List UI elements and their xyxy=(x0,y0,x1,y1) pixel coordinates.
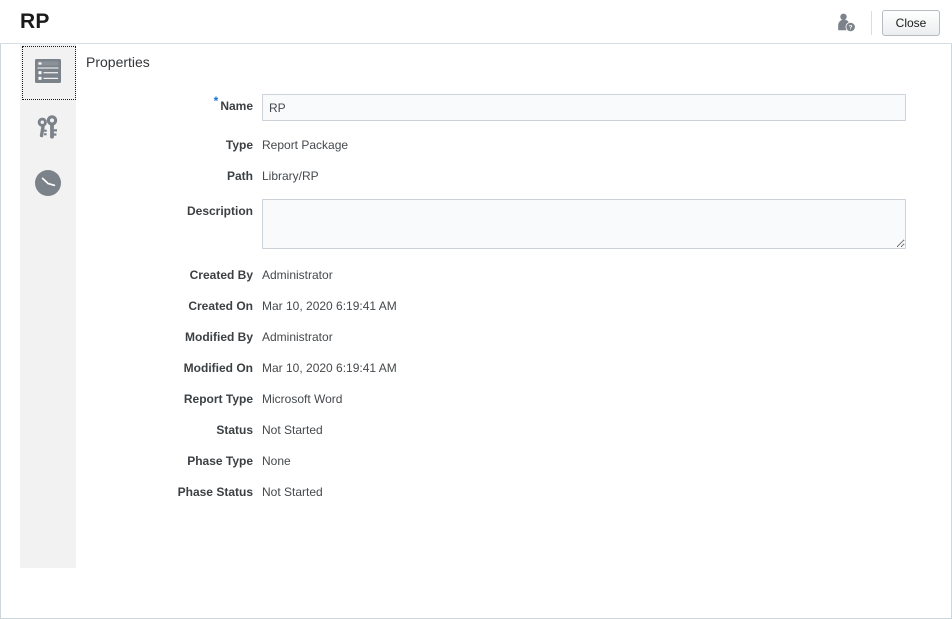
clock-history-icon xyxy=(33,168,63,201)
properties-form: *Name Type Report Package Path Library/R… xyxy=(76,94,952,511)
label-name-text: Name xyxy=(220,99,253,113)
label-modified-by: Modified By xyxy=(185,330,253,344)
field-row-phase-status: Phase Status Not Started xyxy=(76,480,952,501)
value-created-by: Administrator xyxy=(262,268,333,282)
field-row-status: Status Not Started xyxy=(76,418,952,439)
label-name: * Name xyxy=(76,94,262,115)
label-modified-on: Modified On xyxy=(183,361,253,375)
label-type: Type xyxy=(225,138,253,152)
panel-title: Properties xyxy=(86,54,150,70)
close-button[interactable]: Close xyxy=(882,10,940,36)
svg-text:?: ? xyxy=(849,25,853,32)
description-textarea[interactable] xyxy=(262,199,906,249)
main-panel: Properties *Name Type Report Package xyxy=(76,44,952,619)
value-created-on: Mar 10, 2020 6:19:41 AM xyxy=(262,299,397,313)
label-created-by: Created By xyxy=(189,268,253,282)
field-row-report-type: Report Type Microsoft Word xyxy=(76,387,952,408)
label-path: Path xyxy=(226,169,253,183)
properties-list-icon xyxy=(33,57,63,88)
value-modified-on: Mar 10, 2020 6:19:41 AM xyxy=(262,361,397,375)
label-report-type: Report Type xyxy=(183,392,253,406)
value-type: Report Package xyxy=(262,138,349,152)
value-phase-type: None xyxy=(262,454,291,468)
name-input[interactable] xyxy=(262,94,906,121)
header-divider xyxy=(871,11,872,35)
header-actions: ? Close xyxy=(831,7,940,39)
page-title: RP xyxy=(20,10,50,33)
value-report-type: Microsoft Word xyxy=(262,392,343,406)
user-restricted-icon[interactable]: ? xyxy=(831,8,861,38)
properties-dialog: RP ? Close Properties * Name RP Type Rep… xyxy=(0,0,952,619)
field-row-modified-by: Modified By Administrator xyxy=(76,325,952,346)
dialog-header: RP ? Close xyxy=(0,0,952,43)
label-phase-type: Phase Type xyxy=(187,454,253,468)
field-row-path: Path Library/RP xyxy=(76,164,952,185)
value-path: Library/RP xyxy=(262,169,319,183)
sidebar-item-properties[interactable] xyxy=(20,44,76,100)
field-row-type: Type Report Package xyxy=(76,133,952,154)
required-marker: * xyxy=(213,94,219,108)
field-row-modified-on: Modified On Mar 10, 2020 6:19:41 AM xyxy=(76,356,952,377)
control-name xyxy=(262,94,952,121)
field-row-created-by: Created By Administrator xyxy=(76,263,952,284)
field-row-phase-type: Phase Type None xyxy=(76,449,952,470)
control-description xyxy=(262,199,952,249)
value-status: Not Started xyxy=(262,423,323,437)
field-row-description: Description xyxy=(76,199,952,249)
value-modified-by: Administrator xyxy=(262,330,333,344)
field-row-created-on: Created On Mar 10, 2020 6:19:41 AM xyxy=(76,294,952,315)
label-status: Status xyxy=(216,423,253,437)
field-row-name: * Name xyxy=(76,94,952,121)
dialog-body: Properties *Name Type Report Package xyxy=(0,44,952,619)
value-phase-status: Not Started xyxy=(262,485,323,499)
label-phase-status: Phase Status xyxy=(177,485,253,499)
label-created-on: Created On xyxy=(188,299,253,313)
sidebar-item-history[interactable] xyxy=(20,156,76,212)
keys-icon xyxy=(33,112,63,145)
sidebar-rail xyxy=(20,44,76,568)
label-description: Description xyxy=(186,204,253,218)
sidebar-item-access[interactable] xyxy=(20,100,76,156)
